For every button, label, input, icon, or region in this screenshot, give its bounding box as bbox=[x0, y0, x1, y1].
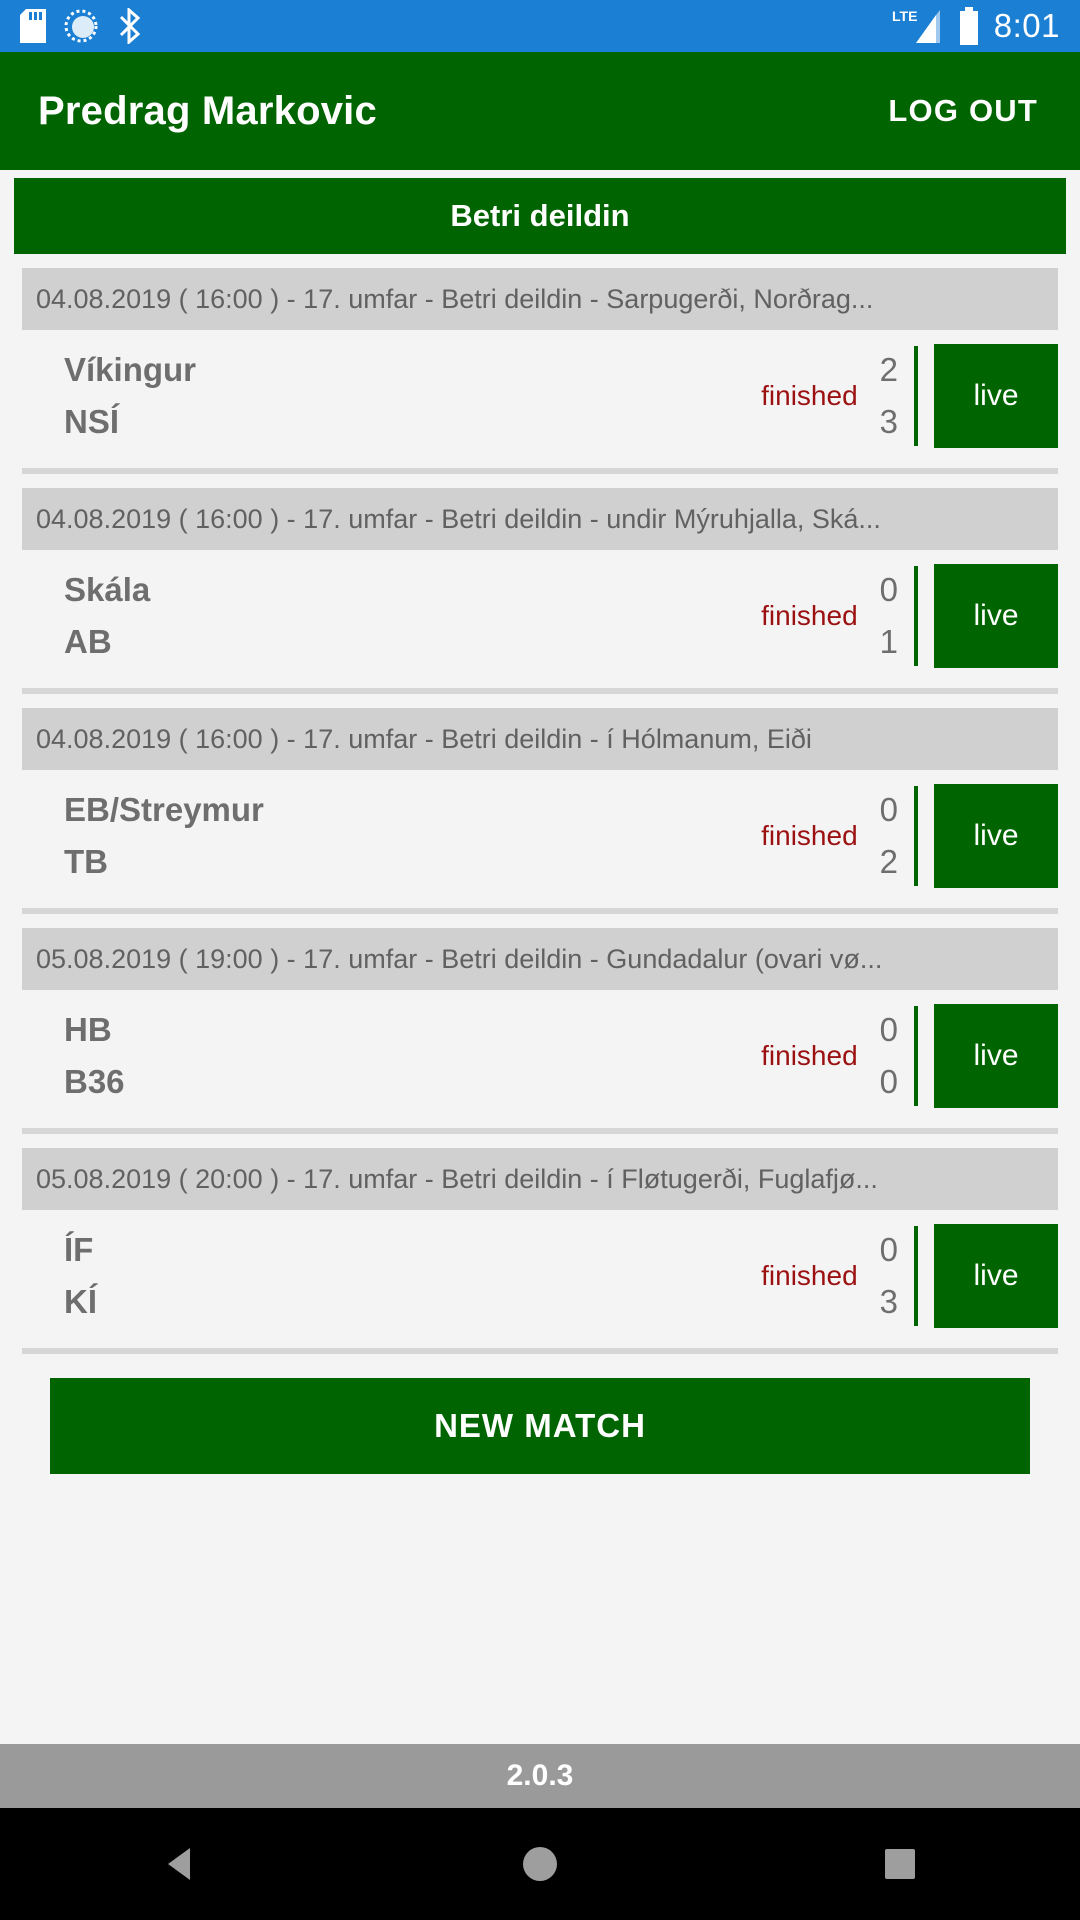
score-divider bbox=[914, 786, 918, 886]
score-column: 2 3 bbox=[870, 344, 914, 448]
score-divider bbox=[914, 566, 918, 666]
logout-button[interactable]: LOG OUT bbox=[884, 87, 1042, 135]
away-score: 2 bbox=[879, 843, 898, 881]
live-button[interactable]: live bbox=[934, 784, 1058, 888]
match-card[interactable]: 04.08.2019 ( 16:00 ) - 17. umfar - Betri… bbox=[0, 708, 1080, 902]
match-meta: 04.08.2019 ( 16:00 ) - 17. umfar - Betri… bbox=[22, 268, 1058, 330]
status-badge: finished bbox=[761, 600, 858, 631]
match-body[interactable]: HB B36 finished 0 0 live bbox=[22, 990, 1058, 1122]
match-meta: 04.08.2019 ( 16:00 ) - 17. umfar - Betri… bbox=[22, 708, 1058, 770]
away-team-name: KÍ bbox=[64, 1283, 97, 1321]
home-team-name: ÍF bbox=[64, 1231, 94, 1269]
match-body[interactable]: EB/Streymur TB finished 0 2 live bbox=[22, 770, 1058, 902]
score-divider bbox=[914, 1006, 918, 1106]
match-status: finished bbox=[761, 1224, 870, 1328]
nav-back-button[interactable] bbox=[120, 1845, 240, 1883]
status-badge: finished bbox=[761, 820, 858, 851]
match-body[interactable]: Víkingur NSÍ finished 2 3 live bbox=[22, 330, 1058, 462]
home-score: 0 bbox=[879, 1011, 898, 1049]
card-separator bbox=[22, 468, 1058, 474]
page-title: Predrag Markovic bbox=[38, 88, 377, 133]
away-team-name: B36 bbox=[64, 1063, 125, 1101]
team-names: ÍF KÍ bbox=[22, 1224, 761, 1328]
status-bar-clock: 8:01 bbox=[993, 7, 1060, 44]
card-separator bbox=[22, 1348, 1058, 1354]
match-card[interactable]: 04.08.2019 ( 16:00 ) - 17. umfar - Betri… bbox=[0, 268, 1080, 462]
system-navigation-bar bbox=[0, 1808, 1080, 1920]
app-bar: Predrag Markovic LOG OUT bbox=[0, 52, 1080, 170]
live-button[interactable]: live bbox=[934, 564, 1058, 668]
back-triangle-icon bbox=[162, 1845, 198, 1883]
home-score: 2 bbox=[879, 351, 898, 389]
match-meta: 04.08.2019 ( 16:00 ) - 17. umfar - Betri… bbox=[22, 488, 1058, 550]
app-screen: LTE 8:01 Predrag Markovic LOG OUT Betri … bbox=[0, 0, 1080, 1920]
status-badge: finished bbox=[761, 1040, 858, 1071]
league-banner-button[interactable]: Betri deildin bbox=[14, 178, 1066, 254]
sync-icon bbox=[64, 9, 98, 43]
away-score: 1 bbox=[879, 623, 898, 661]
new-match-button[interactable]: NEW MATCH bbox=[50, 1378, 1030, 1474]
match-card[interactable]: 05.08.2019 ( 19:00 ) - 17. umfar - Betri… bbox=[0, 928, 1080, 1122]
away-score: 3 bbox=[879, 1283, 898, 1321]
sd-card-icon bbox=[20, 9, 46, 43]
home-team-name: EB/Streymur bbox=[64, 791, 264, 829]
away-score: 0 bbox=[879, 1063, 898, 1101]
home-score: 0 bbox=[879, 1231, 898, 1269]
away-score: 3 bbox=[879, 403, 898, 441]
match-card[interactable]: 05.08.2019 ( 20:00 ) - 17. umfar - Betri… bbox=[0, 1148, 1080, 1342]
team-names: Víkingur NSÍ bbox=[22, 344, 761, 448]
recents-square-icon bbox=[883, 1847, 917, 1881]
match-status: finished bbox=[761, 1004, 870, 1108]
team-names: HB B36 bbox=[22, 1004, 761, 1108]
live-button[interactable]: live bbox=[934, 344, 1058, 448]
score-column: 0 0 bbox=[870, 1004, 914, 1108]
home-circle-icon bbox=[520, 1844, 560, 1884]
score-column: 0 3 bbox=[870, 1224, 914, 1328]
main-content: Betri deildin 04.08.2019 ( 16:00 ) - 17.… bbox=[0, 170, 1080, 1808]
live-button[interactable]: live bbox=[934, 1224, 1058, 1328]
live-button[interactable]: live bbox=[934, 1004, 1058, 1108]
score-divider bbox=[914, 1226, 918, 1326]
match-body[interactable]: Skála AB finished 0 1 live bbox=[22, 550, 1058, 682]
battery-icon bbox=[958, 7, 980, 45]
svg-text:LTE: LTE bbox=[892, 8, 917, 24]
score-column: 0 2 bbox=[870, 784, 914, 888]
match-list: 04.08.2019 ( 16:00 ) - 17. umfar - Betri… bbox=[0, 268, 1080, 1368]
match-card[interactable]: 04.08.2019 ( 16:00 ) - 17. umfar - Betri… bbox=[0, 488, 1080, 682]
home-team-name: HB bbox=[64, 1011, 112, 1049]
match-status: finished bbox=[761, 564, 870, 668]
home-team-name: Víkingur bbox=[64, 351, 197, 389]
score-divider bbox=[914, 346, 918, 446]
away-team-name: AB bbox=[64, 623, 112, 661]
nav-home-button[interactable] bbox=[480, 1844, 600, 1884]
home-score: 0 bbox=[879, 791, 898, 829]
bluetooth-icon bbox=[116, 8, 144, 44]
home-team-name: Skála bbox=[64, 571, 151, 609]
away-team-name: TB bbox=[64, 843, 108, 881]
status-badge: finished bbox=[761, 380, 858, 411]
card-separator bbox=[22, 1128, 1058, 1134]
lte-signal-icon: LTE bbox=[892, 7, 944, 45]
score-column: 0 1 bbox=[870, 564, 914, 668]
match-body[interactable]: ÍF KÍ finished 0 3 live bbox=[22, 1210, 1058, 1342]
status-bar-right-icons: LTE 8:01 bbox=[892, 7, 1060, 45]
match-status: finished bbox=[761, 784, 870, 888]
match-meta: 05.08.2019 ( 20:00 ) - 17. umfar - Betri… bbox=[22, 1148, 1058, 1210]
card-separator bbox=[22, 908, 1058, 914]
team-names: Skála AB bbox=[22, 564, 761, 668]
match-meta: 05.08.2019 ( 19:00 ) - 17. umfar - Betri… bbox=[22, 928, 1058, 990]
status-bar-left-icons bbox=[20, 8, 144, 44]
match-status: finished bbox=[761, 344, 870, 448]
status-badge: finished bbox=[761, 1260, 858, 1291]
status-bar: LTE 8:01 bbox=[0, 0, 1080, 52]
nav-recents-button[interactable] bbox=[840, 1847, 960, 1881]
card-separator bbox=[22, 688, 1058, 694]
team-names: EB/Streymur TB bbox=[22, 784, 761, 888]
home-score: 0 bbox=[879, 571, 898, 609]
version-label: 2.0.3 bbox=[0, 1744, 1080, 1808]
away-team-name: NSÍ bbox=[64, 403, 120, 441]
